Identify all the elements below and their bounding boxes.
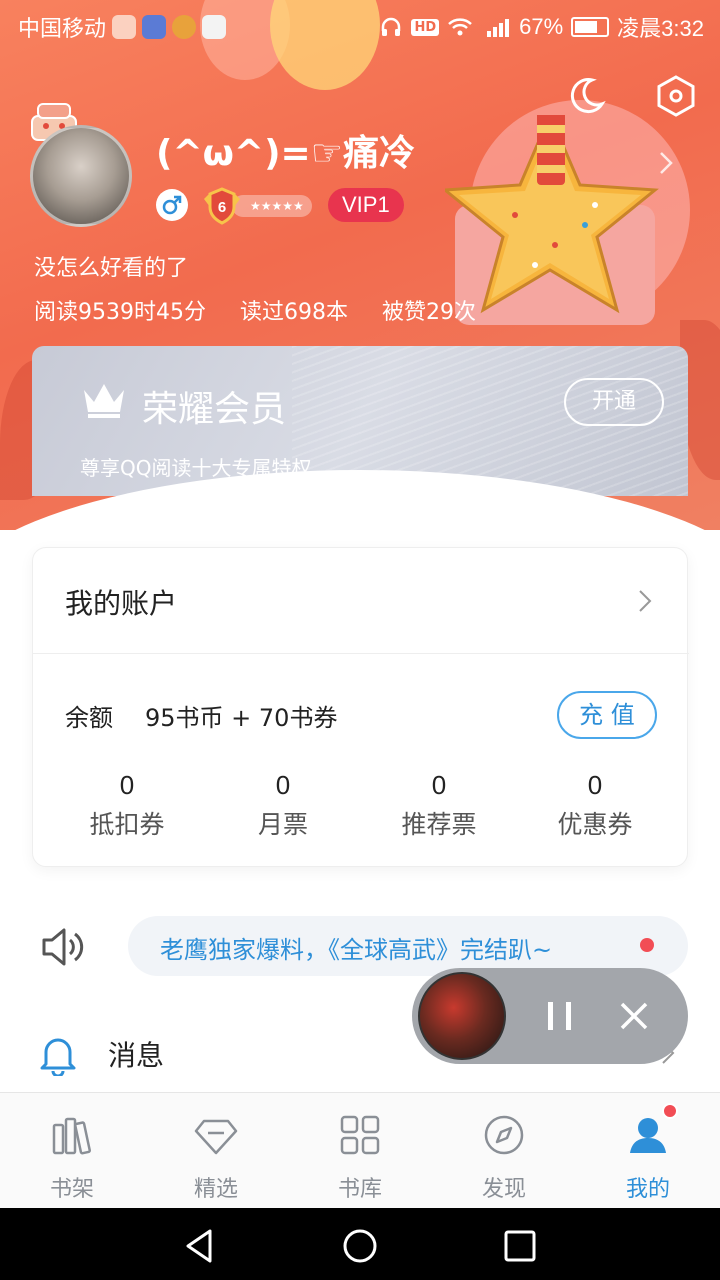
tab-mine[interactable]: 我的 <box>576 1093 720 1209</box>
bottom-tab-bar: 书架 精选 书库 发现 我的 <box>0 1092 720 1208</box>
likes-stat[interactable]: 被赞29次 <box>382 294 476 326</box>
birthday-cake-illustration <box>445 115 665 345</box>
tab-label: 我的 <box>625 1177 670 1202</box>
badge-row: ★★★★★ 6 VIP1 <box>156 187 404 225</box>
ticket-label: 推荐票 <box>401 810 477 839</box>
ticket-value: 0 <box>275 770 291 800</box>
clock-time: 凌晨3:32 <box>617 16 704 41</box>
floating-audio-player[interactable] <box>412 968 688 1064</box>
recommend-ticket-stat[interactable]: 0 推荐票 <box>361 770 517 841</box>
back-triangle-icon[interactable] <box>180 1226 220 1266</box>
app-notification-icon <box>112 15 137 39</box>
recents-square-icon[interactable] <box>500 1226 540 1266</box>
close-icon[interactable] <box>618 1000 650 1032</box>
discount-coupon-stat[interactable]: 0 优惠券 <box>517 770 673 841</box>
grid-icon <box>340 1115 380 1155</box>
night-mode-moon-icon[interactable] <box>564 74 608 118</box>
my-account-row[interactable]: 我的账户 <box>33 548 689 654</box>
headphones-icon <box>382 17 401 36</box>
bell-icon <box>40 1038 76 1076</box>
messages-row-label[interactable]: 消息 <box>108 1034 164 1074</box>
tab-label: 书架 <box>49 1177 94 1202</box>
announcement-text: 老鹰独家爆料，《全球高武》完结趴~ <box>160 936 553 964</box>
tab-label: 发现 <box>481 1177 526 1202</box>
signal-icon <box>487 19 510 37</box>
home-circle-icon[interactable] <box>340 1226 380 1266</box>
hd-voice-badge: HD <box>411 18 440 36</box>
compass-icon <box>484 1115 524 1155</box>
person-icon <box>630 1118 666 1153</box>
vip-open-button[interactable]: 开通 <box>564 378 664 426</box>
ticket-value: 0 <box>431 770 447 800</box>
notification-dot <box>662 1103 678 1119</box>
user-avatar[interactable] <box>30 125 132 227</box>
carrier-name: 中国移动 <box>18 16 107 41</box>
username[interactable]: (^ω^)=☞痛冷 <box>156 124 415 176</box>
reading-stats: 阅读9539时45分 读过698本 被赞29次 <box>34 294 476 326</box>
battery-icon <box>571 17 610 37</box>
tab-featured[interactable]: 精选 <box>144 1093 288 1209</box>
male-gender-icon <box>156 189 188 221</box>
vip-level-badge[interactable]: VIP1 <box>328 188 404 222</box>
bookshelf-icon <box>52 1117 91 1155</box>
unread-dot <box>640 938 654 952</box>
wifi-icon <box>448 18 472 36</box>
ticket-label: 优惠券 <box>557 810 633 839</box>
level-number: 6 <box>218 199 226 216</box>
balance-label: 余额 <box>65 704 113 732</box>
ticket-label: 抵扣券 <box>89 810 165 839</box>
level-shield-icon: 6 <box>204 187 240 225</box>
recharge-button[interactable]: 充 值 <box>557 691 657 739</box>
crown-icon <box>84 384 124 418</box>
speaker-icon <box>42 928 84 966</box>
chevron-right-icon <box>639 590 652 612</box>
deduction-coupon-stat[interactable]: 0 抵扣券 <box>49 770 205 841</box>
user-signature: 没怎么好看的了 <box>34 256 189 281</box>
diamond-icon <box>194 1119 238 1155</box>
tab-library[interactable]: 书库 <box>288 1093 432 1209</box>
monthly-ticket-stat[interactable]: 0 月票 <box>205 770 361 841</box>
account-card: 我的账户 余额 95书币 + 70书券 充 值 0 抵扣券 0 月票 0 推荐票… <box>32 547 689 867</box>
balance-value: 95书币 + 70书券 <box>145 704 338 732</box>
pause-icon[interactable] <box>542 998 578 1034</box>
profile-chevron-right-icon[interactable] <box>656 148 676 178</box>
user-level-badge[interactable]: ★★★★★ 6 <box>202 187 314 225</box>
reading-time-stat[interactable]: 阅读9539时45分 <box>34 294 206 326</box>
announcement-banner[interactable]: 老鹰独家爆料，《全球高武》完结趴~ <box>128 916 688 976</box>
audiobook-cover[interactable] <box>418 972 506 1060</box>
tab-label: 精选 <box>193 1177 238 1202</box>
tab-discover[interactable]: 发现 <box>432 1093 576 1209</box>
profile-header: 中国移动 HD 67% 凌晨3:32 (^ω^)=☞痛冷 ★★★★★ 6 VIP… <box>0 0 720 530</box>
level-stars: ★★★★★ <box>232 195 312 217</box>
ticket-label: 月票 <box>257 810 308 839</box>
ticket-stats: 0 抵扣券 0 月票 0 推荐票 0 优惠券 <box>33 770 689 841</box>
battery-percent: 67% <box>519 14 564 39</box>
system-navigation-bar <box>0 1208 720 1280</box>
status-bar: 中国移动 HD 67% 凌晨3:32 <box>0 0 720 52</box>
ticket-value: 0 <box>587 770 603 800</box>
settings-hexagon-icon[interactable] <box>654 74 698 118</box>
books-read-stat[interactable]: 读过698本 <box>240 294 348 326</box>
app-notification-icon <box>202 15 227 39</box>
app-notification-icon <box>142 15 167 39</box>
app-notification-icon <box>172 15 197 39</box>
tab-label: 书库 <box>337 1177 382 1202</box>
account-title: 我的账户 <box>65 587 178 620</box>
ticket-value: 0 <box>119 770 135 800</box>
tab-bookshelf[interactable]: 书架 <box>0 1093 144 1209</box>
vip-card-title: 荣耀会员 <box>142 389 287 430</box>
